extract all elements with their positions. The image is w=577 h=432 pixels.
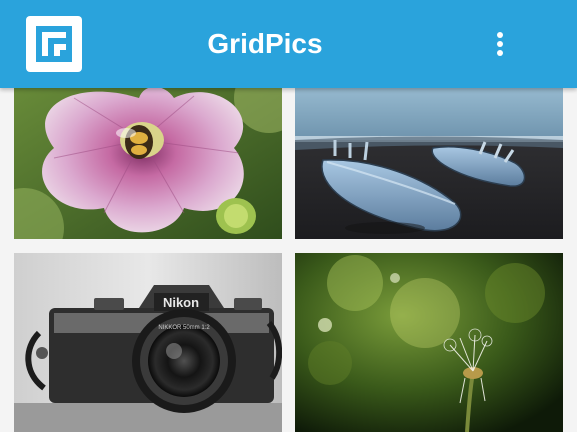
menu-dot — [497, 41, 503, 47]
photo-surfboards — [295, 78, 563, 239]
app-title: GridPics — [207, 28, 323, 59]
menu-dot — [497, 32, 503, 38]
camera-lens-text: NIKKOR 50mm 1:2 — [158, 325, 210, 331]
photo-camera: Nikon NIKKOR 50mm 1:2 — [14, 253, 282, 432]
photo-dandelion — [295, 253, 563, 432]
more-vert-icon[interactable] — [486, 26, 514, 62]
photo-tile-surfboards[interactable] — [295, 78, 563, 239]
menu-dot — [497, 50, 503, 56]
photo-tile-camera[interactable]: Nikon NIKKOR 50mm 1:2 — [14, 253, 282, 432]
photo-tile-bee-flower[interactable] — [14, 78, 282, 239]
photo-tile-dandelion[interactable] — [295, 253, 563, 432]
photo-bee-flower — [14, 78, 282, 239]
camera-brand-text: Nikon — [163, 295, 199, 310]
app-bar: GridPics — [0, 0, 577, 88]
